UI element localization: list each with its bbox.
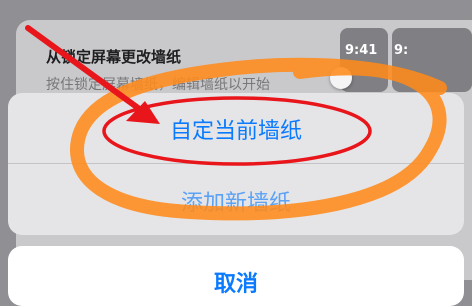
thumbnail-time: 9:: [394, 43, 409, 58]
cancel-group: 取消: [8, 246, 464, 306]
customize-current-wallpaper-button[interactable]: 自定当前墙纸: [8, 113, 464, 145]
settings-title: 从锁定屏幕更改墙纸: [46, 48, 182, 66]
cancel-button[interactable]: 取消: [8, 266, 464, 298]
settings-subtitle: 按住锁定屏幕墙纸，编辑墙纸以开始: [46, 77, 270, 93]
sheet-divider: [8, 163, 464, 164]
thumbnail-toggle-knob: [330, 67, 352, 89]
action-sheet: 自定当前墙纸 添加新墙纸: [8, 93, 464, 235]
home-screen-thumbnail: 9:: [392, 28, 472, 92]
thumbnail-time: 9:41: [345, 43, 378, 58]
add-new-wallpaper-button[interactable]: 添加新墙纸: [8, 185, 464, 217]
